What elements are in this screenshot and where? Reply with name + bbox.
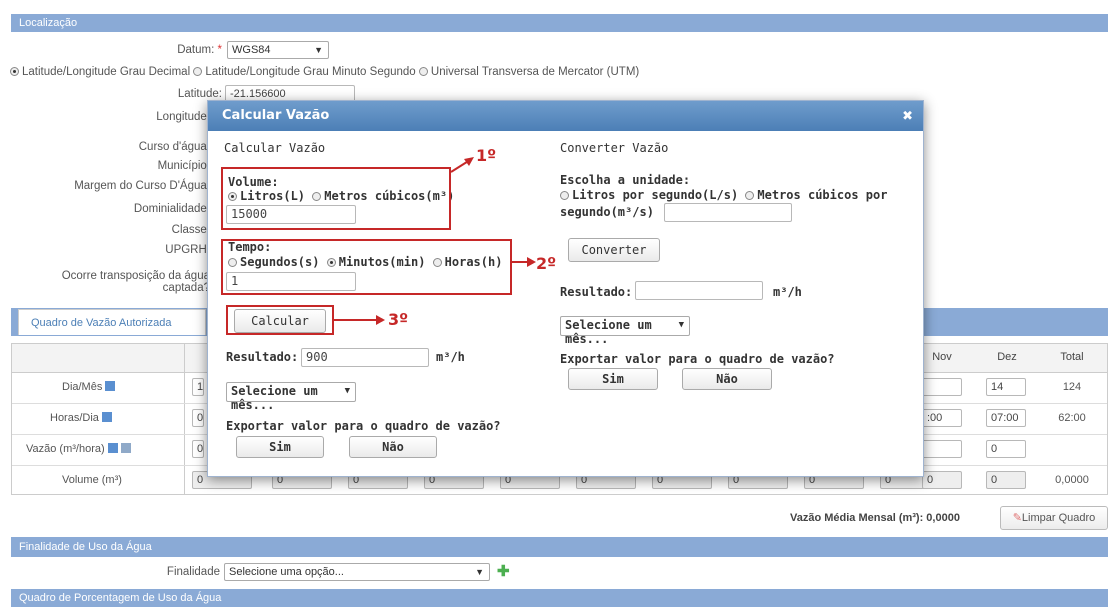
annotation-3: 3º bbox=[388, 310, 409, 329]
annotation-arrows bbox=[334, 157, 536, 325]
annotation-2: 2º bbox=[536, 254, 557, 273]
annotation-1: 1º bbox=[476, 146, 497, 165]
